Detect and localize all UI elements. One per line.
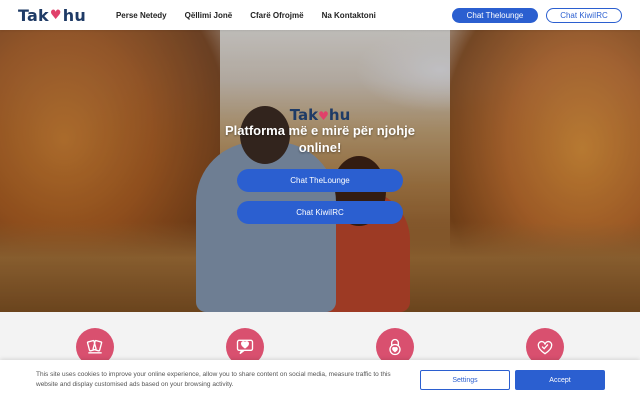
hero-section: Tak♥hu Platforma më e mirë për njohje on…	[0, 30, 640, 312]
nav-item-perse-netedy[interactable]: Perse Netedy	[116, 11, 167, 20]
nav-item-cfare-ofrojme[interactable]: Cfarë Ofrojmë	[250, 11, 303, 20]
hero-chat-kiwiirc-button[interactable]: Chat KiwiIRC	[237, 201, 403, 224]
cookie-settings-button[interactable]: Settings	[420, 370, 510, 390]
cookie-banner: This site uses cookies to improve your o…	[0, 360, 640, 400]
main-nav: Perse Netedy Qëllimi Jonë Cfarë Ofrojmë …	[116, 11, 376, 20]
nav-item-qellimi-jone[interactable]: Qëllimi Jonë	[185, 11, 233, 20]
header-buttons: Chat Thelounge Chat KiwiIRC	[452, 7, 622, 23]
hero-title: Platforma më e mirë për njohje online!	[224, 123, 415, 155]
header-chat-thelounge-button[interactable]: Chat Thelounge	[452, 7, 538, 23]
hero-heart-icon: ♥	[318, 109, 329, 123]
logo-text-left: Tak	[18, 5, 49, 25]
nav-item-na-kontaktoni[interactable]: Na Kontaktoni	[322, 11, 376, 20]
cookie-text: This site uses cookies to improve your o…	[36, 371, 391, 388]
heart-icon: ♥	[49, 7, 62, 23]
site-header: Tak ♥ hu Perse Netedy Qëllimi Jonë Cfarë…	[0, 0, 640, 30]
header-chat-kiwiirc-button[interactable]: Chat KiwiIRC	[546, 7, 622, 23]
site-logo[interactable]: Tak ♥ hu	[18, 6, 86, 25]
logo-text-right: hu	[62, 5, 86, 25]
cookie-accept-button[interactable]: Accept	[515, 370, 605, 390]
hero-chat-thelounge-button[interactable]: Chat TheLounge	[237, 169, 403, 192]
